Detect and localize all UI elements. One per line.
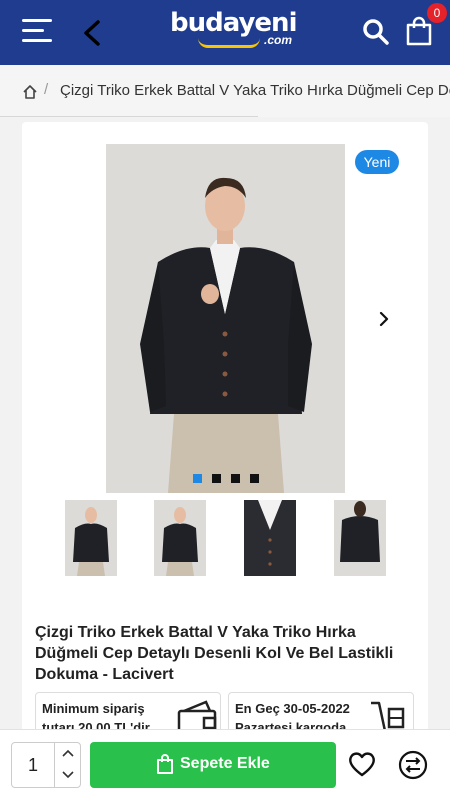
quantity-divider <box>54 743 55 787</box>
logo-smile <box>198 38 260 48</box>
home-icon[interactable] <box>22 84 38 100</box>
slide-dot-2[interactable] <box>212 474 221 483</box>
menu-icon[interactable] <box>22 19 52 43</box>
slide-dot-1[interactable] <box>193 474 202 483</box>
new-badge: Yeni <box>355 150 399 174</box>
thumbnail-image <box>65 500 117 576</box>
chevron-down-icon[interactable] <box>62 771 74 779</box>
product-main-image[interactable] <box>106 144 345 493</box>
thumbnail-1[interactable] <box>65 500 117 576</box>
search-icon[interactable] <box>362 18 390 46</box>
model-illustration <box>106 144 345 493</box>
breadcrumb-separator: / <box>44 81 49 98</box>
logo-domain: .com <box>264 33 293 47</box>
thumbnail-image <box>244 500 296 576</box>
site-logo[interactable]: budayeni .com <box>170 8 297 50</box>
chevron-right-icon[interactable] <box>375 310 393 328</box>
thumbnail-4[interactable] <box>334 500 386 576</box>
shopping-bag-icon <box>157 754 173 774</box>
breadcrumb: / Çizgi Triko Erkek Battal V Yaka Triko … <box>0 65 450 117</box>
compare-icon[interactable] <box>398 750 428 780</box>
back-arrow-icon[interactable] <box>80 18 106 48</box>
chevron-up-icon[interactable] <box>62 749 74 757</box>
slide-dot-4[interactable] <box>250 474 259 483</box>
breadcrumb-current: Çizgi Triko Erkek Battal V Yaka Triko Hı… <box>60 82 450 99</box>
breadcrumb-divider <box>0 116 258 117</box>
thumbnail-image <box>334 500 386 576</box>
shopping-bag-icon[interactable] <box>405 16 433 46</box>
min-order-line1: Minimum sipariş <box>42 701 145 716</box>
app-header: budayeni .com 0 <box>0 0 450 65</box>
thumbnail-2[interactable] <box>154 500 206 576</box>
quantity-value[interactable]: 1 <box>28 755 38 776</box>
cart-count-badge: 0 <box>427 3 447 23</box>
quantity-stepper[interactable]: 1 <box>11 742 81 788</box>
delivery-line1: En Geç 30-05-2022 <box>235 701 350 716</box>
thumbnail-image <box>154 500 206 576</box>
product-title: Çizgi Triko Erkek Battal V Yaka Triko Hı… <box>35 624 394 683</box>
add-to-cart-button[interactable]: Sepete Ekle <box>90 742 336 788</box>
slide-dot-3[interactable] <box>231 474 240 483</box>
thumbnail-3[interactable] <box>244 500 296 576</box>
add-to-cart-label: Sepete Ekle <box>180 755 270 772</box>
heart-icon[interactable] <box>347 750 377 778</box>
